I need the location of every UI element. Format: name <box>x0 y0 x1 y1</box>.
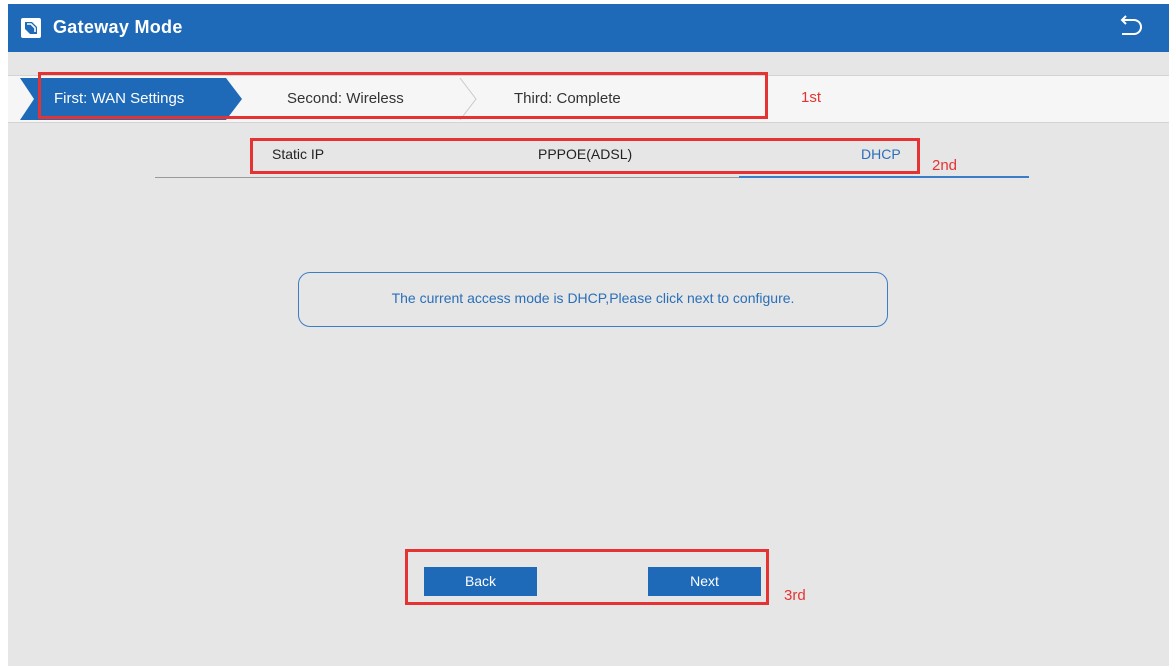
annotation-label-2nd: 2nd <box>932 157 958 174</box>
active-tab-underline <box>739 176 1029 178</box>
return-arrow-icon[interactable] <box>1113 12 1145 44</box>
annotation-box-steps <box>38 72 768 119</box>
gateway-mode-window: Gateway Mode First: WAN Settings Second:… <box>8 4 1169 666</box>
info-message: The current access mode is DHCP,Please c… <box>391 290 795 306</box>
annotation-box-buttons <box>405 549 769 605</box>
router-logo-icon <box>21 18 41 38</box>
title-bar: Gateway Mode <box>8 4 1169 52</box>
info-message-box: The current access mode is DHCP,Please c… <box>298 272 888 327</box>
annotation-label-3rd: 3rd <box>784 587 806 604</box>
page-title: Gateway Mode <box>53 17 183 37</box>
annotation-label-1st: 1st <box>801 89 822 106</box>
annotation-box-modes <box>250 138 920 174</box>
